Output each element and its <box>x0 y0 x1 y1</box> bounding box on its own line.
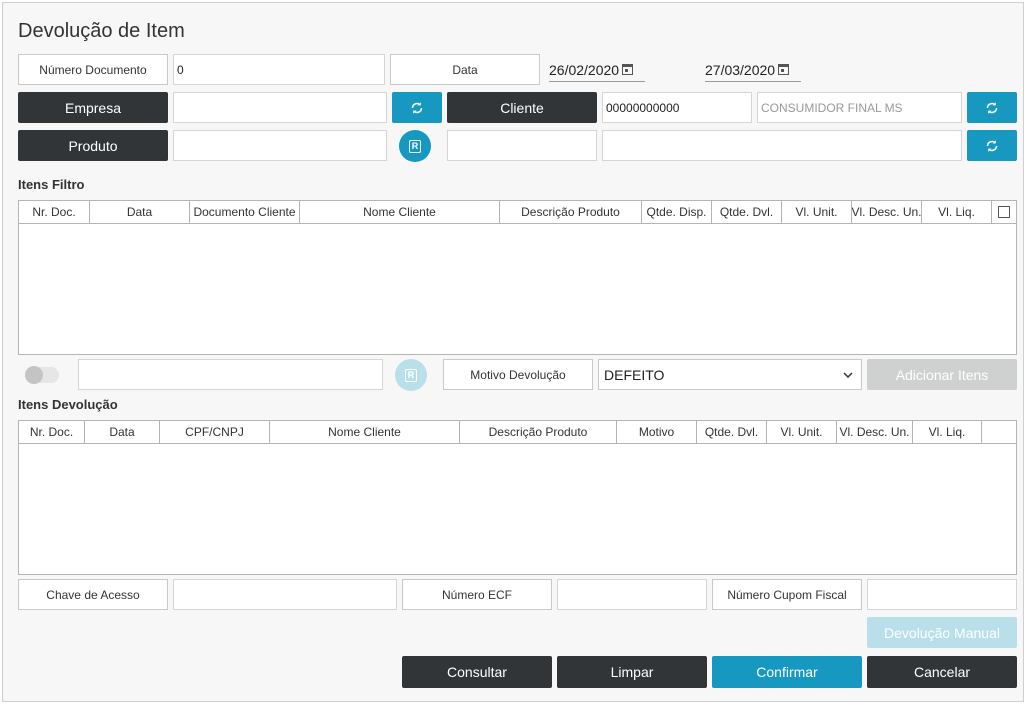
produto-button[interactable]: Produto <box>18 130 168 161</box>
reference-icon: R <box>409 139 421 153</box>
consultar-button[interactable]: Consultar <box>402 656 552 688</box>
numero-cupom-fiscal-input[interactable] <box>867 579 1017 610</box>
empresa-button[interactable]: Empresa <box>18 92 168 123</box>
reference-icon: R <box>405 368 417 382</box>
column-header[interactable]: Qtde. Dvl. <box>697 421 767 443</box>
column-header[interactable]: Documento Cliente <box>190 201 300 223</box>
column-header[interactable]: Descrição Produto <box>500 201 642 223</box>
column-header[interactable]: Vl. Liq. <box>913 421 982 443</box>
numero-documento-input[interactable]: 0 <box>173 54 385 85</box>
chave-acesso-label: Chave de Acesso <box>18 579 168 610</box>
column-header[interactable]: Nr. Doc. <box>19 201 90 223</box>
column-header[interactable]: Motivo <box>617 421 697 443</box>
column-header[interactable]: Descrição Produto <box>460 421 617 443</box>
produto-input[interactable] <box>173 130 387 161</box>
column-header[interactable]: Nome Cliente <box>270 421 460 443</box>
refresh-icon <box>986 101 998 114</box>
scan-input[interactable] <box>78 359 383 390</box>
motivo-devolucao-select[interactable]: DEFEITO <box>598 359 862 390</box>
numero-ecf-input[interactable] <box>557 579 707 610</box>
column-header[interactable]: Vl. Desc. Un. <box>852 201 922 223</box>
date-to-value: 27/03/2020 <box>705 61 776 78</box>
refresh-icon <box>411 101 423 114</box>
devolucao-manual-button[interactable]: Devolução Manual <box>867 617 1017 648</box>
calendar-icon[interactable] <box>622 64 634 75</box>
column-header[interactable]: Nome Cliente <box>300 201 500 223</box>
adicionar-itens-button[interactable]: Adicionar Itens <box>867 359 1017 390</box>
cliente-button[interactable]: Cliente <box>447 92 597 123</box>
toggle-switch[interactable] <box>25 366 59 384</box>
empresa-refresh-button[interactable] <box>392 92 442 123</box>
column-header[interactable]: Data <box>90 201 190 223</box>
itens-devolucao-grid: Nr. Doc. Data CPF/CNPJ Nome Cliente Desc… <box>18 420 1017 575</box>
column-header-empty <box>982 421 1016 443</box>
numero-ecf-label: Número ECF <box>402 579 552 610</box>
numero-documento-label: Número Documento <box>18 54 168 85</box>
column-header[interactable]: Nr. Doc. <box>19 421 85 443</box>
itens-filtro-header: Nr. Doc. Data Documento Cliente Nome Cli… <box>19 201 1016 224</box>
column-header[interactable]: Qtde. Disp. <box>642 201 712 223</box>
itens-filtro-title: Itens Filtro <box>18 177 85 192</box>
confirmar-button[interactable]: Confirmar <box>712 656 862 688</box>
itens-devolucao-header: Nr. Doc. Data CPF/CNPJ Nome Cliente Desc… <box>19 421 1016 444</box>
date-from-field[interactable]: 26/02/2020 <box>549 58 645 82</box>
calendar-icon[interactable] <box>778 64 790 75</box>
numero-cupom-fiscal-label: Número Cupom Fiscal <box>712 579 862 610</box>
select-all-checkbox[interactable] <box>998 206 1010 218</box>
cancelar-button[interactable]: Cancelar <box>867 656 1017 688</box>
column-header[interactable]: Qtde. Dvl. <box>712 201 782 223</box>
date-to-field[interactable]: 27/03/2020 <box>705 58 801 82</box>
produto-code-input[interactable] <box>447 130 597 161</box>
itens-filtro-grid: Nr. Doc. Data Documento Cliente Nome Cli… <box>18 200 1017 355</box>
column-header[interactable]: Vl. Unit. <box>782 201 852 223</box>
select-all-cell <box>992 201 1016 223</box>
cliente-name-input[interactable]: CONSUMIDOR FINAL MS <box>757 92 962 123</box>
cliente-refresh-button[interactable] <box>967 92 1017 123</box>
refresh-icon <box>986 139 998 152</box>
column-header[interactable]: Vl. Desc. Un. <box>837 421 913 443</box>
reference-scan-button-disabled[interactable]: R <box>395 359 427 391</box>
reference-scan-button[interactable]: R <box>399 130 431 162</box>
produto-refresh-button[interactable] <box>967 130 1017 161</box>
column-header[interactable]: Data <box>85 421 160 443</box>
empresa-input[interactable] <box>173 92 387 123</box>
data-label: Data <box>390 54 540 85</box>
column-header[interactable]: Vl. Liq. <box>922 201 992 223</box>
limpar-button[interactable]: Limpar <box>557 656 707 688</box>
motivo-devolucao-label: Motivo Devolução <box>443 359 593 390</box>
toggle-knob <box>25 366 43 384</box>
produto-description-input[interactable] <box>602 130 962 161</box>
itens-devolucao-title: Itens Devolução <box>18 397 118 412</box>
date-from-value: 26/02/2020 <box>549 61 620 78</box>
motivo-devolucao-value: DEFEITO <box>604 366 665 383</box>
cliente-code-input[interactable]: 00000000000 <box>602 92 752 123</box>
chevron-down-icon <box>843 372 853 379</box>
page-title: Devolução de Item <box>18 20 185 42</box>
column-header[interactable]: Vl. Unit. <box>767 421 837 443</box>
column-header[interactable]: CPF/CNPJ <box>160 421 270 443</box>
chave-acesso-input[interactable] <box>173 579 397 610</box>
